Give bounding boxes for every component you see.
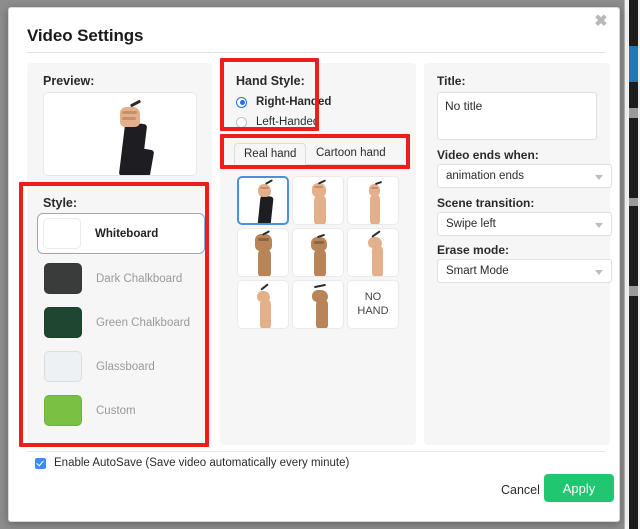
video-ends-value: animation ends (446, 170, 524, 182)
scrollbar-mark (629, 198, 638, 206)
autosave-checkbox-row[interactable]: Enable AutoSave (Save video automaticall… (35, 457, 349, 469)
style-option-glassboard[interactable]: Glassboard (39, 346, 203, 387)
style-swatch (44, 351, 82, 382)
style-swatch (44, 263, 82, 294)
style-option-label: Custom (96, 404, 136, 417)
scrollbar-mark (629, 108, 638, 118)
checkbox-icon[interactable] (35, 457, 46, 469)
hand-thumbnail-grid: NO HAND (237, 176, 399, 329)
page-title: Video Settings (27, 26, 144, 45)
footer-divider (27, 451, 605, 452)
style-option-label: Whiteboard (95, 227, 159, 240)
radio-icon[interactable] (236, 116, 247, 128)
style-swatch (44, 395, 82, 426)
style-option-whiteboard[interactable]: Whiteboard (37, 213, 205, 254)
style-option-label: Glassboard (96, 360, 155, 373)
style-option-custom[interactable]: Custom (39, 390, 203, 431)
style-option-green-chalkboard[interactable]: Green Chalkboard (39, 302, 203, 343)
title-label: Title: (437, 74, 466, 88)
hand-thumbnail-no-hand[interactable]: NO HAND (347, 280, 399, 329)
chevron-down-icon (595, 223, 603, 228)
preview-image (43, 92, 197, 176)
radio-right-handed[interactable]: Right-Handed (236, 96, 331, 108)
chevron-down-icon (595, 175, 603, 180)
style-swatch (44, 307, 82, 338)
close-icon[interactable]: ✖ (591, 12, 611, 32)
autosave-label: Enable AutoSave (Save video automaticall… (54, 457, 350, 469)
hand-thumbnail-5[interactable] (292, 228, 344, 277)
hand-style-label: Hand Style: (236, 74, 305, 88)
tab-cartoon-hand[interactable]: Cartoon hand (307, 143, 395, 165)
hand-thumbnail-1[interactable] (237, 176, 289, 225)
style-swatch (43, 218, 81, 249)
hand-thumbnail-6[interactable] (347, 228, 399, 277)
erase-mode-select[interactable]: Smart Mode (437, 259, 612, 283)
hand-thumbnail-7[interactable] (237, 280, 289, 329)
hand-thumbnail-4[interactable] (237, 228, 289, 277)
style-option-dark-chalkboard[interactable]: Dark Chalkboard (39, 258, 203, 299)
scene-transition-label: Scene transition: (437, 196, 535, 210)
hand-thumbnail-8[interactable] (292, 280, 344, 329)
style-option-label: Dark Chalkboard (96, 272, 183, 285)
radio-left-handed[interactable]: Left-Handed (236, 116, 319, 128)
video-settings-dialog: ✖ Video Settings Preview: Style: Whitebo… (8, 7, 620, 522)
video-ends-label: Video ends when: (437, 148, 539, 162)
hand-thumbnail-2[interactable] (292, 176, 344, 225)
radio-label: Left-Handed (256, 116, 320, 128)
video-ends-select[interactable]: animation ends (437, 164, 612, 188)
style-label: Style: (43, 196, 78, 210)
style-option-label: Green Chalkboard (96, 316, 190, 329)
title-input[interactable] (437, 92, 597, 140)
scene-transition-value: Swipe left (446, 218, 496, 230)
erase-mode-label: Erase mode: (437, 243, 510, 257)
radio-label: Right-Handed (256, 96, 332, 108)
scene-transition-select[interactable]: Swipe left (437, 212, 612, 236)
tab-real-hand[interactable]: Real hand (234, 143, 307, 165)
title-divider (27, 52, 605, 53)
no-hand-label: NO HAND (357, 290, 389, 317)
apply-button[interactable]: Apply (544, 474, 614, 502)
radio-icon[interactable] (236, 96, 247, 108)
hand-thumbnail-3[interactable] (347, 176, 399, 225)
page-scrollbar[interactable] (624, 0, 640, 529)
erase-mode-value: Smart Mode (446, 265, 509, 277)
scrollbar-mark (629, 286, 638, 296)
preview-label: Preview: (43, 74, 95, 88)
scrollbar-thumb[interactable] (629, 46, 638, 82)
cancel-button[interactable]: Cancel (501, 483, 540, 497)
chevron-down-icon (595, 270, 603, 275)
hand-type-tabs: Real hand Cartoon hand (234, 143, 404, 165)
